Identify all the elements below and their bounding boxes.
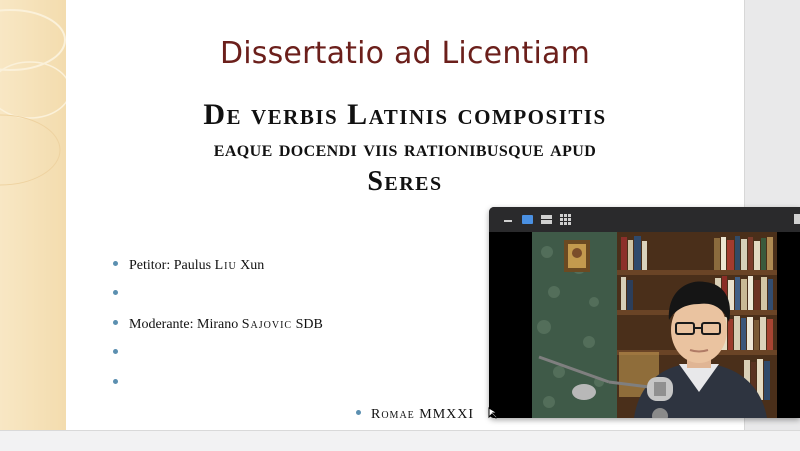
mouse-cursor-icon (488, 406, 499, 424)
video-toolbar (489, 207, 800, 232)
bullet-dot-icon (113, 261, 118, 267)
slide-title: Dissertatio ad Licentiam (219, 36, 591, 71)
overflow-edge-icon[interactable] (792, 213, 800, 225)
bullet-empty (113, 346, 129, 362)
subtitle-line-1: De verbis Latinis compositis (203, 98, 607, 131)
bullet-empty (113, 376, 129, 392)
bullet-text-end: SDB (292, 317, 323, 332)
bullet-surname: Sajovic (241, 317, 293, 332)
bullet-petitor: Petitor: Paulus Liu Xun (113, 258, 264, 274)
bullet-moderante: Moderante: Mirano Sajovic SDB (113, 317, 323, 333)
date-text: Romae MMXXI (371, 407, 475, 422)
speaker-view-icon[interactable] (521, 213, 533, 225)
bullet-dot-icon (113, 349, 118, 355)
bullet-empty (113, 287, 129, 303)
date-line: Romae MMXXI (356, 407, 474, 423)
bullet-dot-icon (113, 320, 118, 326)
bullet-dot-icon (113, 379, 118, 385)
bullet-text: Moderante: Mirano (129, 317, 242, 332)
bullet-text-end: Xun (236, 258, 265, 273)
presentation-bottom-strip (0, 430, 800, 451)
video-call-window[interactable] (489, 207, 800, 418)
participant-video[interactable] (489, 232, 800, 418)
subtitle-line-3: Seres (367, 166, 443, 197)
minimize-icon[interactable] (502, 213, 514, 225)
bullet-dot-icon (356, 410, 361, 416)
subtitle-line-2: eaque docendi viis rationibusque apud (213, 136, 597, 161)
bullet-dot-icon (113, 290, 118, 296)
bullet-text: Petitor: Paulus (129, 258, 215, 273)
bullet-surname: Liu (214, 258, 237, 273)
slide-subtitle: De verbis Latinis compositis eaque docen… (66, 97, 744, 199)
gallery-view-icon[interactable] (559, 213, 571, 225)
decorative-side-band (0, 0, 66, 430)
side-by-side-icon[interactable] (540, 213, 552, 225)
